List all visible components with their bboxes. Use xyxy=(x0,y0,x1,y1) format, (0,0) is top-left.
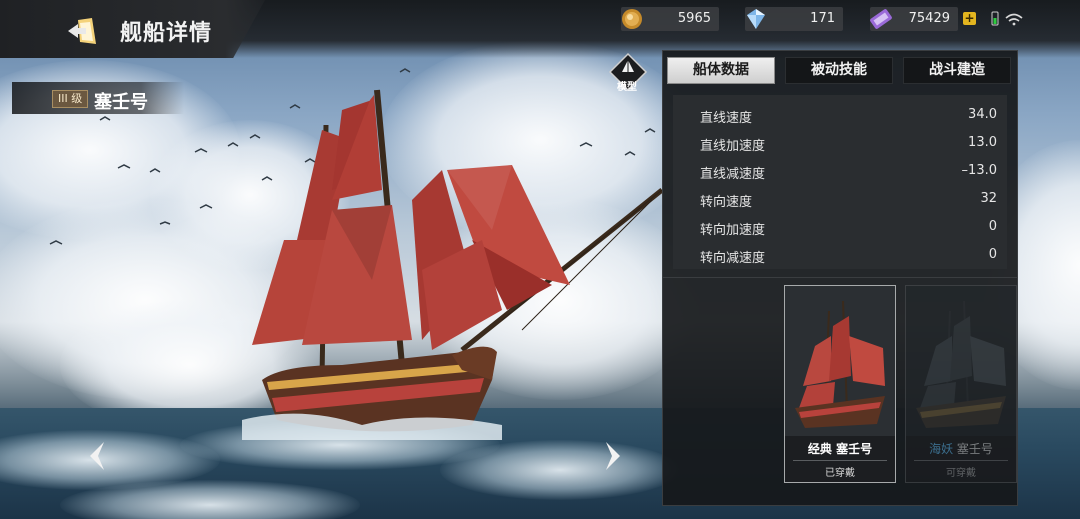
model-label: 模型 xyxy=(617,82,637,93)
page-title: 舰船详情 xyxy=(120,21,213,46)
tab-hull-data[interactable]: 船体数据 xyxy=(667,57,775,84)
next-ship-arrow-icon[interactable] xyxy=(602,440,624,472)
back-button[interactable] xyxy=(66,14,100,48)
skin-status: 已穿戴 xyxy=(825,468,855,479)
battery-icon xyxy=(991,11,999,26)
stat-row: 转向加速度 0 xyxy=(673,213,1007,241)
stats-table: 直线速度 34.0 直线加速度 13.0 直线减速度 –13.0 转向速度 32… xyxy=(673,95,1007,269)
tab-battle-build[interactable]: 战斗建造 xyxy=(903,57,1011,84)
skin-ship-name: 塞壬号 xyxy=(836,442,873,456)
back-arrow-icon xyxy=(68,18,96,44)
stat-row: 直线速度 34.0 xyxy=(673,101,1007,129)
purple-ticket-icon xyxy=(870,9,892,29)
prev-ship-arrow-icon[interactable] xyxy=(86,440,108,472)
gold-resource[interactable]: 5965 xyxy=(621,7,719,31)
skin-prefix: 海妖 xyxy=(929,442,954,456)
diamond-icon xyxy=(747,9,765,29)
skin-thumbnail xyxy=(906,286,1016,436)
stat-label: 转向速度 xyxy=(700,195,753,210)
gold-amount: 5965 xyxy=(677,11,711,26)
stat-value: 32 xyxy=(980,191,997,206)
tier-badge: III 级 xyxy=(52,90,89,108)
add-ticket-button[interactable]: + xyxy=(963,12,976,25)
stat-value: 13.0 xyxy=(968,135,997,150)
stat-row: 转向速度 32 xyxy=(673,185,1007,213)
ticket-amount: 75429 xyxy=(908,11,950,26)
status-indicators xyxy=(990,9,1030,29)
ship-illustration xyxy=(242,89,664,440)
skin-divider xyxy=(793,460,887,461)
ship-name: 塞壬号 xyxy=(94,92,148,113)
skin-thumbnail xyxy=(785,286,895,436)
skin-ship-name: 塞壬号 xyxy=(956,442,993,456)
skin-status: 可穿戴 xyxy=(946,468,976,479)
stat-value: 0 xyxy=(988,219,997,234)
panel-divider xyxy=(663,277,1017,278)
stat-label: 转向加速度 xyxy=(700,223,766,238)
stat-row: 转向减速度 0 xyxy=(673,241,1007,269)
stat-label: 直线减速度 xyxy=(700,167,766,182)
stat-label: 直线速度 xyxy=(700,111,753,126)
skin-card-classic[interactable]: 经典 塞壬号 已穿戴 xyxy=(784,285,896,483)
skin-prefix: 经典 xyxy=(807,442,832,456)
stat-label: 转向减速度 xyxy=(700,251,766,266)
gold-coin-icon xyxy=(622,9,642,29)
diamond-resource[interactable]: 171 xyxy=(745,7,843,31)
diamond-amount: 171 xyxy=(810,11,835,26)
stat-row: 直线减速度 –13.0 xyxy=(673,157,1007,185)
skin-name: 经典 塞壬号 xyxy=(785,440,895,457)
wifi-icon xyxy=(1005,13,1023,26)
stat-value: 34.0 xyxy=(968,107,997,122)
ship-info-panel: 船体数据 被动技能 战斗建造 直线速度 34.0 直线加速度 13.0 直线减速… xyxy=(662,50,1018,506)
skin-card-siren[interactable]: 海妖 塞壬号 可穿戴 xyxy=(905,285,1017,483)
tab-passive-skills[interactable]: 被动技能 xyxy=(785,57,893,84)
skin-divider xyxy=(914,460,1008,461)
stat-value: 0 xyxy=(988,247,997,262)
ticket-resource[interactable]: 75429 + xyxy=(870,7,976,31)
stat-value: –13.0 xyxy=(961,163,997,178)
stat-row: 直线加速度 13.0 xyxy=(673,129,1007,157)
wave-foam xyxy=(440,440,680,500)
skin-name: 海妖 塞壬号 xyxy=(906,440,1016,457)
stat-label: 直线加速度 xyxy=(700,139,766,154)
